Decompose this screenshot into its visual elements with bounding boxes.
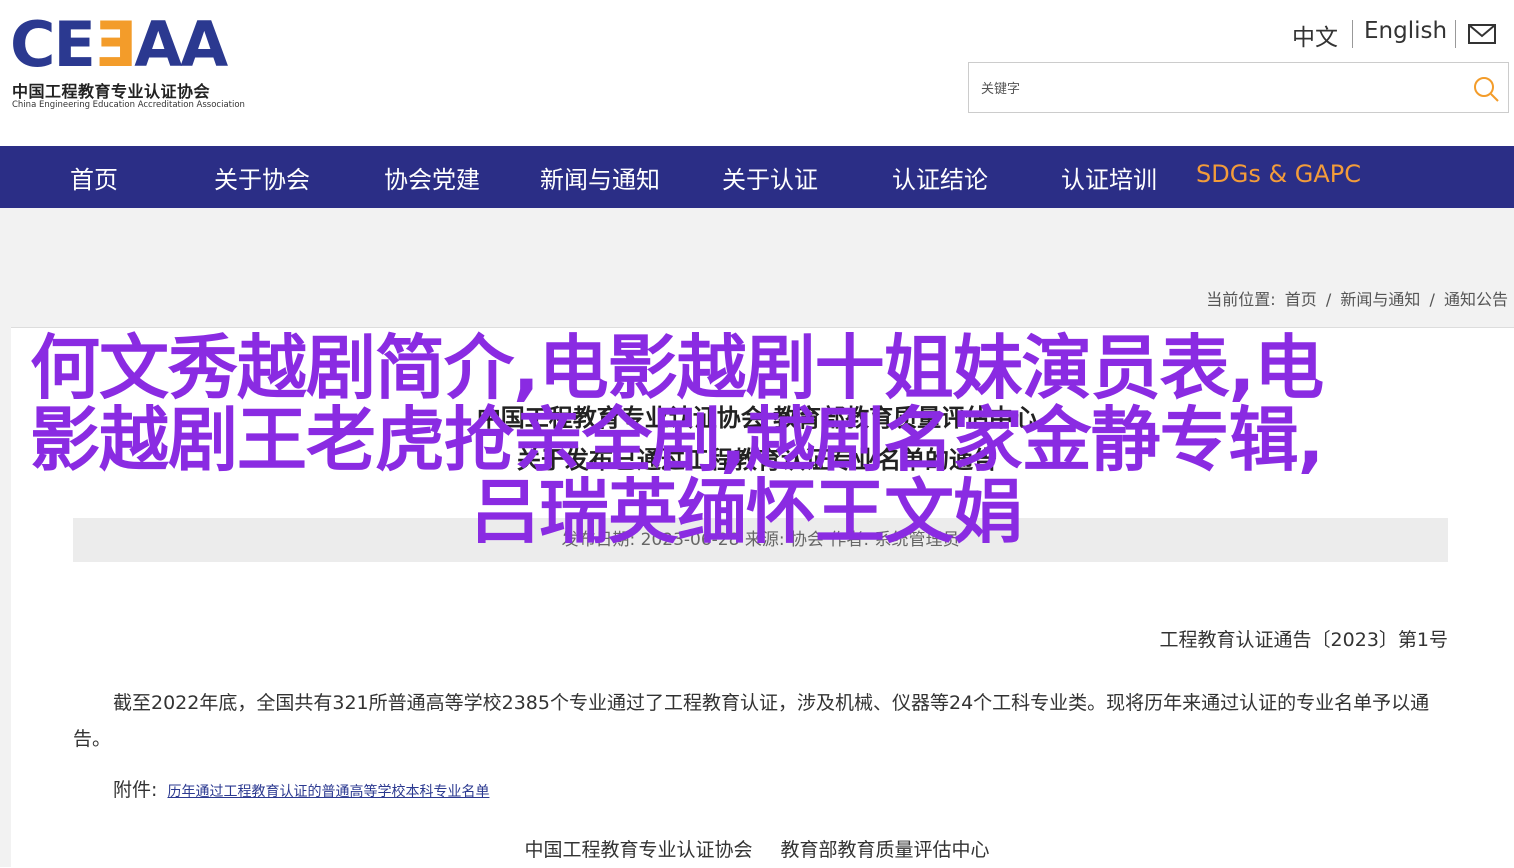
signature: 中国工程教育专业认证协会 教育部教育质量评估中心 [0,835,1514,862]
lang-zh-link[interactable]: 中文 [1292,18,1338,52]
breadcrumb-separator: / [1429,290,1435,309]
breadcrumb-item-notices[interactable]: 通知公告 [1444,290,1508,309]
breadcrumb-separator: / [1325,290,1332,309]
main-nav: 首页 关于协会 协会党建 新闻与通知 关于认证 认证结论 认证培训 SDGs &… [0,146,1514,208]
signature-org2: 教育部教育质量评估中心 [780,839,990,861]
overlay-headline: 何文秀越剧简介,电影越剧十姐妹演员表,电 影越剧王老虎抢亲全剧,越剧名家金静专辑… [30,332,1430,548]
search-box [968,62,1509,113]
search-icon[interactable] [1472,75,1500,103]
nav-item-training[interactable]: 认证培训 [1061,160,1157,195]
logo-name-en: China Engineering Education Accreditatio… [12,100,245,110]
overlay-line1: 何文秀越剧简介,电影越剧十姐妹演员表,电 [30,327,1324,409]
notice-number: 工程教育认证通告〔2023〕第1号 [1159,629,1448,651]
divider [1352,20,1353,48]
attachment-link[interactable]: 历年通过工程教育认证的普通高等学校本科专业名单 [167,784,489,800]
site-header: CEƎAA 中国工程教育专业认证协会 China Engineering Edu… [0,0,1514,146]
nav-item-home[interactable]: 首页 [70,160,118,195]
divider [1455,20,1456,48]
nav-item-about[interactable]: 关于协会 [214,160,310,195]
breadcrumb-item-news[interactable]: 新闻与通知 [1340,290,1420,309]
logo-mark-aa: AA [134,8,228,81]
breadcrumb-prefix: 当前位置: [1206,290,1276,309]
logo-mark-ce: CE [10,8,96,81]
breadcrumb-item-home[interactable]: 首页 [1285,290,1317,309]
nav-item-news[interactable]: 新闻与通知 [540,160,660,195]
site-logo[interactable]: CEƎAA 中国工程教育专业认证协会 China Engineering Edu… [10,14,270,114]
nav-item-party[interactable]: 协会党建 [384,160,480,195]
attachment-label: 附件: [113,779,158,801]
nav-item-sdgs[interactable]: SDGs & GAPC [1196,160,1361,188]
mail-icon[interactable] [1468,24,1496,44]
logo-mark-e: Ǝ [93,8,136,81]
overlay-line3: 吕瑞英缅怀王文娟 [470,471,1023,553]
lang-en-link[interactable]: English [1364,18,1447,44]
search-input[interactable] [979,75,1453,103]
breadcrumb: 当前位置: 首页 / 新闻与通知 / 通知公告 [1204,286,1510,310]
attachment: 附件: 历年通过工程教育认证的普通高等学校本科专业名单 [113,775,489,802]
signature-org1: 中国工程教育专业认证协会 [524,839,753,861]
nav-item-conclusions[interactable]: 认证结论 [892,160,988,195]
logo-mark: CEƎAA [10,14,228,76]
nav-item-accreditation[interactable]: 关于认证 [722,160,818,195]
overlay-line2: 影越剧王老虎抢亲全剧,越剧名家金静专辑, [30,399,1324,481]
article-paragraph: 截至2022年底，全国共有321所普通高等学校2385个专业通过了工程教育认证，… [73,692,1430,750]
logo-name-cn: 中国工程教育专业认证协会 [12,82,211,101]
